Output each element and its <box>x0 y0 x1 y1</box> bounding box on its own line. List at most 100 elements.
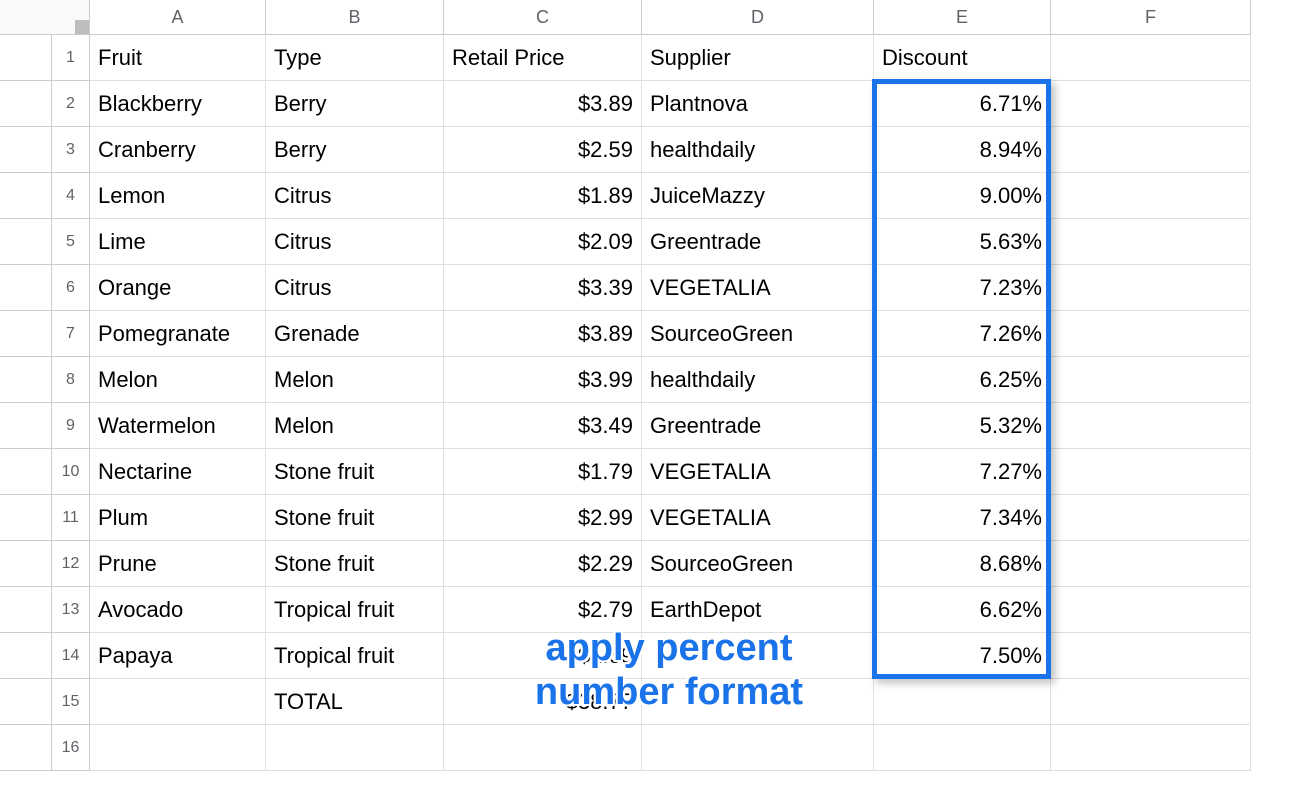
cell-type[interactable]: Stone fruit <box>266 541 444 587</box>
cell-fruit[interactable]: Orange <box>90 265 266 311</box>
row-header-14[interactable]: 14 <box>52 633 90 679</box>
header-cell-supplier[interactable]: Supplier <box>642 35 874 81</box>
cell-supplier[interactable]: JuiceMazzy <box>642 173 874 219</box>
cell-blank[interactable] <box>874 679 1051 725</box>
cell-blank[interactable] <box>1051 219 1251 265</box>
cell-fruit[interactable]: Avocado <box>90 587 266 633</box>
cell-price[interactable]: $3.99 <box>444 357 642 403</box>
cell-blank[interactable] <box>1051 587 1251 633</box>
cell-blank[interactable] <box>1051 725 1251 771</box>
cell-discount[interactable]: 5.32% <box>874 403 1051 449</box>
cell-price[interactable]: $2.99 <box>444 495 642 541</box>
cell-supplier[interactable]: Greentrade <box>642 403 874 449</box>
cell-discount[interactable]: 7.50% <box>874 633 1051 679</box>
cell-blank[interactable] <box>90 679 266 725</box>
cell-supplier[interactable]: VEGETALIA <box>642 265 874 311</box>
cell-type[interactable]: Tropical fruit <box>266 633 444 679</box>
cell-supplier[interactable]: EarthDepot <box>642 587 874 633</box>
cell-price[interactable]: $2.29 <box>444 541 642 587</box>
cell-blank[interactable] <box>1051 679 1251 725</box>
cell-price[interactable]: $2.59 <box>444 127 642 173</box>
cell-discount[interactable]: 6.71% <box>874 81 1051 127</box>
cell-blank[interactable] <box>1051 265 1251 311</box>
row-header-7[interactable]: 7 <box>52 311 90 357</box>
cell-blank[interactable] <box>1051 541 1251 587</box>
cell-discount[interactable]: 7.27% <box>874 449 1051 495</box>
cell-discount[interactable]: 8.68% <box>874 541 1051 587</box>
column-header-b[interactable]: B <box>266 0 444 35</box>
cell-blank[interactable] <box>444 725 642 771</box>
cell-fruit[interactable]: Watermelon <box>90 403 266 449</box>
column-header-d[interactable]: D <box>642 0 874 35</box>
cell-price[interactable]: $1.79 <box>444 449 642 495</box>
header-cell-blank-5[interactable] <box>1051 35 1251 81</box>
cell-discount[interactable]: 7.34% <box>874 495 1051 541</box>
select-all-corner[interactable] <box>0 0 90 35</box>
cell-fruit[interactable]: Melon <box>90 357 266 403</box>
cell-fruit[interactable]: Papaya <box>90 633 266 679</box>
row-header-3[interactable]: 3 <box>52 127 90 173</box>
row-header-11[interactable]: 11 <box>52 495 90 541</box>
cell-fruit[interactable]: Blackberry <box>90 81 266 127</box>
row-header-15[interactable]: 15 <box>52 679 90 725</box>
row-header-16[interactable]: 16 <box>52 725 90 771</box>
row-header-6[interactable]: 6 <box>52 265 90 311</box>
row-header-5[interactable]: 5 <box>52 219 90 265</box>
cell-type[interactable]: Stone fruit <box>266 449 444 495</box>
cell-fruit[interactable]: Cranberry <box>90 127 266 173</box>
cell-blank[interactable] <box>874 725 1051 771</box>
cell-price[interactable]: $3.39 <box>444 265 642 311</box>
cell-blank[interactable] <box>1051 173 1251 219</box>
cell-blank[interactable] <box>1051 495 1251 541</box>
cell-supplier[interactable]: Greentrade <box>642 219 874 265</box>
cell-price[interactable]: $3.89 <box>444 311 642 357</box>
cell-price[interactable]: $2.79 <box>444 587 642 633</box>
cell-blank[interactable] <box>266 725 444 771</box>
column-header-e[interactable]: E <box>874 0 1051 35</box>
cell-blank[interactable] <box>642 725 874 771</box>
header-cell-discount[interactable]: Discount <box>874 35 1051 81</box>
cell-blank[interactable] <box>642 679 874 725</box>
cell-discount[interactable]: 7.23% <box>874 265 1051 311</box>
cell-supplier[interactable]: healthdaily <box>642 127 874 173</box>
cell-discount[interactable]: 6.25% <box>874 357 1051 403</box>
cell-supplier[interactable]: VEGETALIA <box>642 449 874 495</box>
cell-type[interactable]: Berry <box>266 127 444 173</box>
header-cell-retail-price[interactable]: Retail Price <box>444 35 642 81</box>
cell-blank[interactable] <box>90 725 266 771</box>
cell-blank[interactable] <box>1051 403 1251 449</box>
cell-fruit[interactable]: Nectarine <box>90 449 266 495</box>
cell-blank[interactable] <box>1051 633 1251 679</box>
cell-fruit[interactable]: Plum <box>90 495 266 541</box>
cell-blank[interactable] <box>1051 357 1251 403</box>
cell-blank[interactable] <box>1051 127 1251 173</box>
cell-discount[interactable]: 9.00% <box>874 173 1051 219</box>
cell-fruit[interactable]: Prune <box>90 541 266 587</box>
cell-discount[interactable]: 7.26% <box>874 311 1051 357</box>
cell-discount[interactable]: 6.62% <box>874 587 1051 633</box>
cell-type[interactable]: Citrus <box>266 173 444 219</box>
cell-type[interactable]: Stone fruit <box>266 495 444 541</box>
header-cell-type[interactable]: Type <box>266 35 444 81</box>
cell-supplier[interactable] <box>642 633 874 679</box>
cell-fruit[interactable]: Lime <box>90 219 266 265</box>
row-header-10[interactable]: 10 <box>52 449 90 495</box>
cell-blank[interactable] <box>1051 81 1251 127</box>
column-header-f[interactable]: F <box>1051 0 1251 35</box>
cell-type[interactable]: Tropical fruit <box>266 587 444 633</box>
cell-price[interactable]: $1.89 <box>444 173 642 219</box>
row-header-9[interactable]: 9 <box>52 403 90 449</box>
cell-price[interactable]: $3.49 <box>444 403 642 449</box>
total-label[interactable]: TOTAL <box>266 679 444 725</box>
column-header-c[interactable]: C <box>444 0 642 35</box>
cell-type[interactable]: Citrus <box>266 265 444 311</box>
cell-type[interactable]: Melon <box>266 403 444 449</box>
cell-price[interactable]: $3.89 <box>444 81 642 127</box>
cell-type[interactable]: Citrus <box>266 219 444 265</box>
cell-supplier[interactable]: VEGETALIA <box>642 495 874 541</box>
cell-discount[interactable]: 8.94% <box>874 127 1051 173</box>
cell-supplier[interactable]: SourceoGreen <box>642 541 874 587</box>
header-cell-fruit[interactable]: Fruit <box>90 35 266 81</box>
row-header-12[interactable]: 12 <box>52 541 90 587</box>
cell-type[interactable]: Berry <box>266 81 444 127</box>
